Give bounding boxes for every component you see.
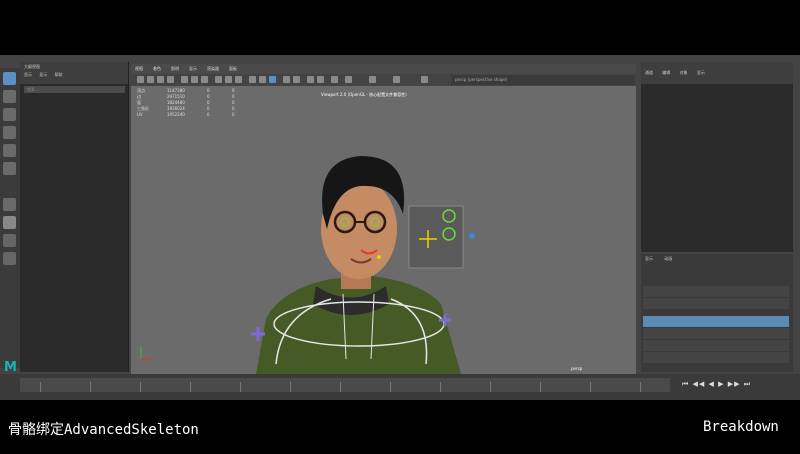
outliner-header: 大纲视图 显示 显示 帮助 xyxy=(20,62,128,84)
character-rig-view[interactable] xyxy=(131,64,636,374)
channel-box-header: 通道 编辑 对象 显示 xyxy=(641,62,793,84)
time-tick xyxy=(90,382,91,392)
time-tick xyxy=(440,382,441,392)
outliner-menu-display[interactable]: 显示 xyxy=(24,72,32,77)
tab-edit[interactable]: 编辑 xyxy=(662,70,670,75)
time-tick xyxy=(140,382,141,392)
time-tick xyxy=(540,382,541,392)
lasso-tool-icon[interactable] xyxy=(3,90,16,103)
outliner-search-input[interactable]: 搜索... xyxy=(24,86,125,93)
last-tool-icon[interactable] xyxy=(3,198,16,211)
viewport-panel[interactable]: 视图 着色 照明 显示 渲染器 面板 persp (perspective shape) … xyxy=(131,64,636,374)
layer-row[interactable] xyxy=(643,286,789,297)
layer-editor-header: 显示 动画 xyxy=(641,254,793,264)
time-tick xyxy=(340,382,341,392)
layer-row[interactable] xyxy=(643,352,789,363)
select-tool-icon[interactable] xyxy=(3,72,16,85)
time-tick xyxy=(190,382,191,392)
jaw-control xyxy=(377,255,381,259)
tab-channels[interactable]: 通道 xyxy=(645,70,653,75)
outliner-title: 大纲视图 xyxy=(24,64,40,69)
tool-box xyxy=(0,68,21,368)
outliner-panel: 大纲视图 显示 显示 帮助 搜索... xyxy=(20,62,129,372)
time-tick xyxy=(640,382,641,392)
tab-anim-layers[interactable]: 动画 xyxy=(664,256,672,261)
layer-row[interactable] xyxy=(643,328,789,339)
tab-display-layers[interactable]: 显示 xyxy=(645,256,653,261)
time-tick xyxy=(490,382,491,392)
video-caption-tag: Breakdown xyxy=(703,419,779,435)
green-hoodie xyxy=(256,276,461,374)
viewport-camera-label: persp xyxy=(571,366,583,371)
layer-row[interactable] xyxy=(643,298,789,309)
video-caption-title: 骨骼绑定AdvancedSkeleton xyxy=(8,422,199,438)
time-tick xyxy=(390,382,391,392)
time-tick xyxy=(240,382,241,392)
tab-object[interactable]: 对象 xyxy=(680,70,688,75)
outliner-menu: 显示 显示 帮助 xyxy=(20,72,128,78)
time-slider-track[interactable] xyxy=(20,378,670,392)
time-tick xyxy=(290,382,291,392)
single-pane-layout-icon[interactable] xyxy=(3,216,16,229)
paint-tool-icon[interactable] xyxy=(3,108,16,121)
scale-tool-icon[interactable] xyxy=(3,162,16,175)
layer-row-selected[interactable] xyxy=(643,316,789,327)
maya-logo-icon: M xyxy=(4,360,17,375)
layer-editor-panel: 显示 动画 xyxy=(641,254,793,372)
two-pane-layout-icon[interactable] xyxy=(3,252,16,265)
rotate-tool-icon[interactable] xyxy=(3,144,16,157)
panel-handle xyxy=(469,233,475,239)
four-pane-layout-icon[interactable] xyxy=(3,234,16,247)
time-tick xyxy=(40,382,41,392)
channel-box-panel: 通道 编辑 对象 显示 xyxy=(641,62,793,252)
layer-row[interactable] xyxy=(643,340,789,351)
move-tool-icon[interactable] xyxy=(3,126,16,139)
outliner-menu-show[interactable]: 显示 xyxy=(39,72,47,77)
outliner-menu-help[interactable]: 帮助 xyxy=(55,72,63,77)
playback-controls[interactable]: ⏮ ◀◀ ◀ ▶ ▶▶ ⏭ xyxy=(682,380,751,389)
tab-show[interactable]: 显示 xyxy=(697,70,705,75)
time-slider[interactable] xyxy=(0,374,800,400)
time-tick xyxy=(590,382,591,392)
